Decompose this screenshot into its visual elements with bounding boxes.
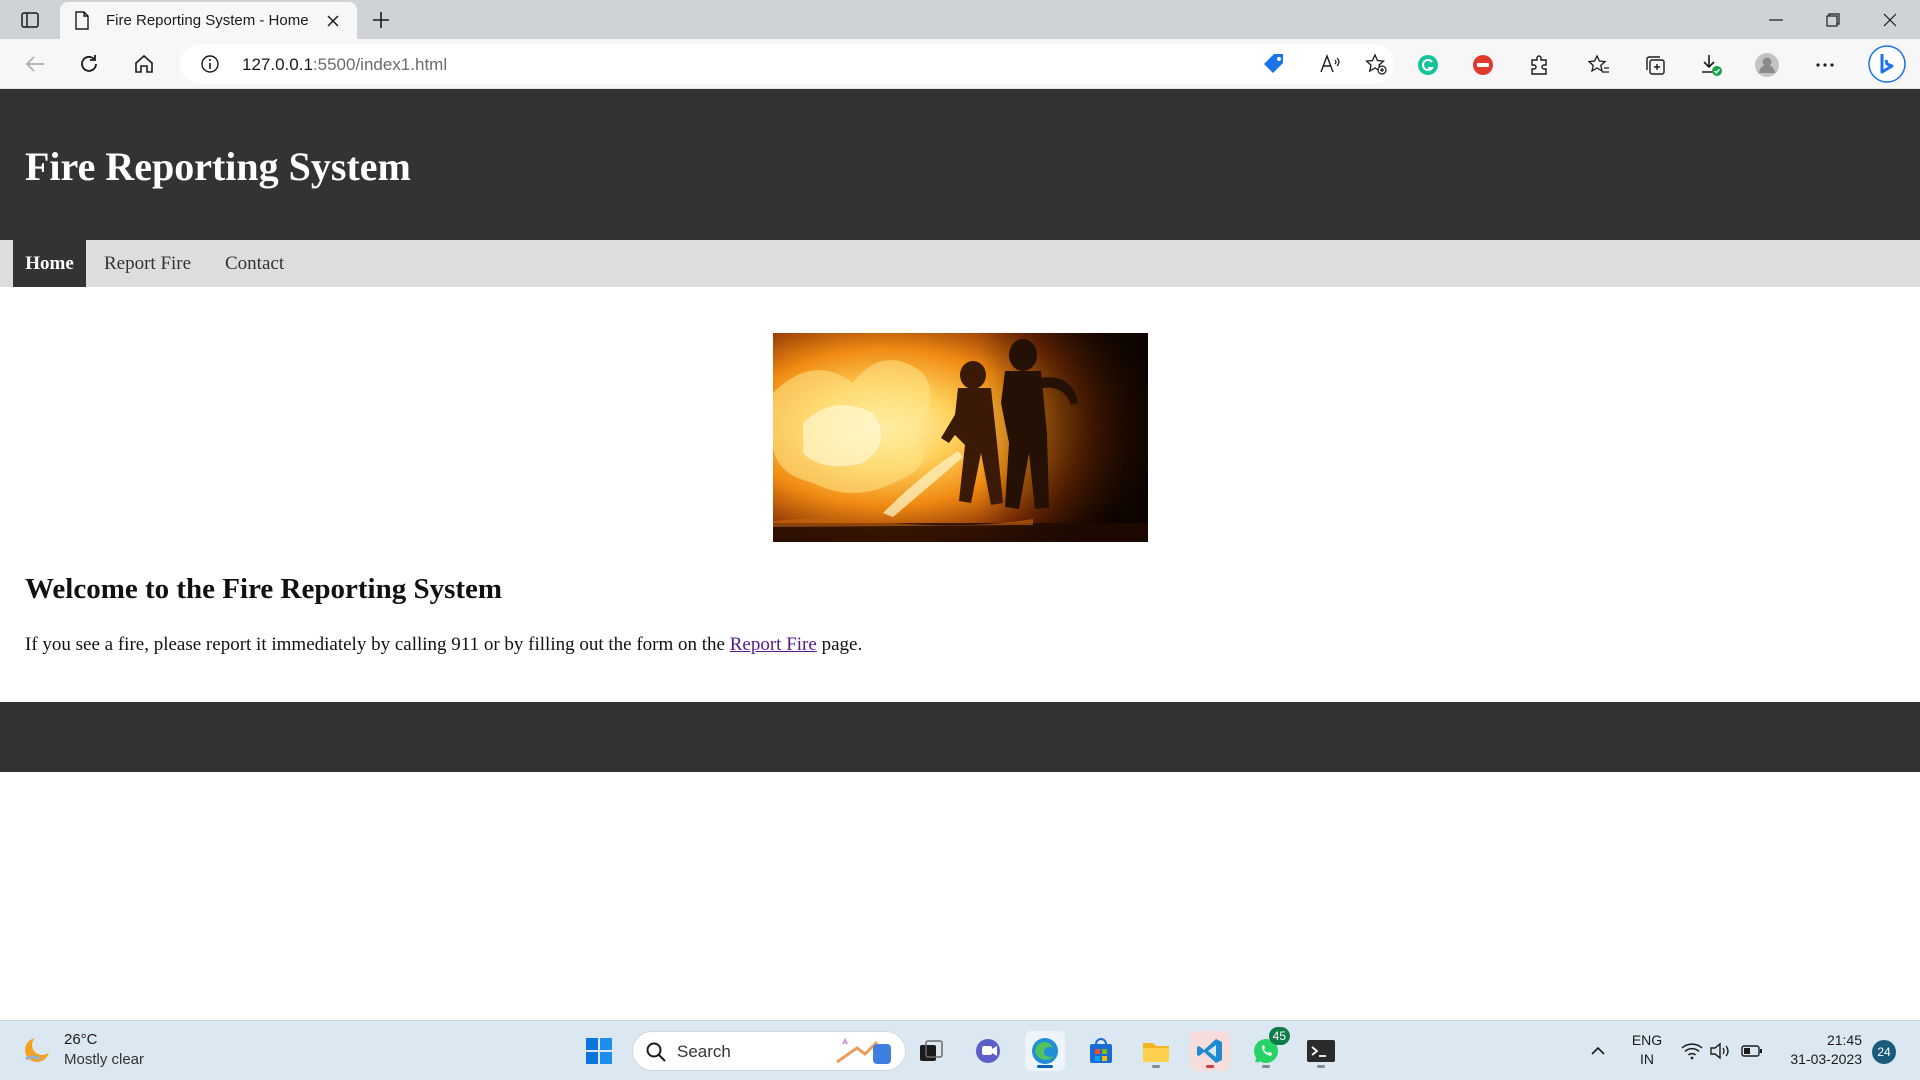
terminal-icon[interactable]: [1301, 1031, 1341, 1071]
firefighters-illustration: [773, 333, 1148, 542]
address-bar[interactable]: 127.0.0.1:5500/index1.html: [180, 44, 1394, 84]
task-view-icon[interactable]: [911, 1031, 951, 1071]
lang-code: ENG: [1631, 1032, 1663, 1048]
site-header: Fire Reporting System: [0, 89, 1920, 240]
store-icon[interactable]: [1081, 1031, 1121, 1071]
adblock-icon[interactable]: [1469, 51, 1497, 79]
start-icon[interactable]: [579, 1031, 619, 1071]
collections-icon[interactable]: [1641, 51, 1669, 79]
whatsapp-badge: 45: [1268, 1027, 1290, 1045]
weather-moon-icon[interactable]: [22, 1035, 52, 1070]
site-title: Fire Reporting System: [25, 144, 411, 189]
add-favorite-icon[interactable]: [1364, 52, 1388, 76]
report-fire-link[interactable]: Report Fire: [730, 634, 817, 655]
intro-text-before: If you see a fire, please report it imme…: [25, 634, 730, 655]
browser-tab-strip: Fire Reporting System - Home: [0, 0, 1920, 39]
nav-home-link[interactable]: Home: [13, 240, 86, 287]
vscode-icon[interactable]: [1190, 1031, 1230, 1071]
more-menu-icon[interactable]: [1811, 51, 1839, 79]
edge-taskbar-icon[interactable]: [1025, 1031, 1065, 1071]
volume-icon[interactable]: [1709, 1040, 1731, 1062]
clock-date: 31-03-2023: [1790, 1051, 1862, 1067]
search-highlight-icon: [833, 1037, 899, 1071]
notification-count-badge[interactable]: 24: [1872, 1040, 1896, 1064]
tab-title: Fire Reporting System - Home: [106, 12, 309, 29]
wifi-icon[interactable]: [1681, 1040, 1703, 1062]
running-indicator: [1262, 1065, 1270, 1068]
site-info-icon[interactable]: [200, 54, 220, 79]
lang-region: IN: [1640, 1051, 1654, 1067]
refresh-icon[interactable]: [74, 49, 104, 79]
grammarly-icon[interactable]: [1414, 51, 1442, 79]
profile-avatar-icon[interactable]: [1753, 51, 1781, 79]
firefighters-image: [773, 333, 1148, 542]
search-icon: [645, 1041, 667, 1068]
chevron-up-icon[interactable]: [1587, 1040, 1609, 1062]
url-text: 127.0.0.1:5500/index1.html: [242, 55, 448, 74]
search-label: Search: [677, 1042, 731, 1061]
welcome-heading: Welcome to the Fire Reporting System: [25, 573, 503, 605]
weather-temp[interactable]: 26°C: [64, 1031, 98, 1048]
back-icon[interactable]: [20, 49, 50, 79]
downloads-icon[interactable]: [1697, 51, 1725, 79]
file-explorer-icon[interactable]: [1136, 1031, 1176, 1071]
clock-time: 21:45: [1826, 1032, 1862, 1048]
system-clock[interactable]: 21:45 31-03-2023: [1770, 1031, 1862, 1069]
nav-report-fire-link[interactable]: Report Fire: [104, 240, 191, 287]
taskbar-search[interactable]: Search: [632, 1031, 906, 1071]
running-indicator: [1317, 1065, 1325, 1068]
new-tab-icon[interactable]: [368, 7, 394, 33]
restore-icon[interactable]: [1805, 0, 1861, 39]
shopping-tag-icon[interactable]: [1262, 52, 1286, 76]
running-indicator: [1152, 1065, 1160, 1068]
intro-text-after: page.: [816, 634, 863, 655]
read-aloud-icon[interactable]: [1318, 52, 1342, 76]
battery-icon[interactable]: [1741, 1040, 1763, 1062]
tab-actions-icon[interactable]: [18, 8, 42, 32]
close-tab-icon[interactable]: [323, 11, 343, 31]
teams-chat-icon[interactable]: [969, 1031, 1009, 1071]
site-nav: Home Report Fire Contact: [0, 240, 1920, 287]
close-window-icon[interactable]: [1862, 0, 1918, 39]
extensions-icon[interactable]: [1525, 51, 1553, 79]
bing-copilot-icon[interactable]: [1868, 45, 1906, 83]
browser-tab-active[interactable]: Fire Reporting System - Home: [60, 2, 357, 39]
site-footer: [0, 702, 1920, 772]
active-indicator: [1037, 1065, 1053, 1068]
language-indicator[interactable]: ENG IN: [1630, 1031, 1664, 1069]
intro-paragraph: If you see a fire, please report it imme…: [25, 634, 862, 656]
browser-toolbar: 127.0.0.1:5500/index1.html: [0, 39, 1920, 89]
windows-taskbar: 26°C Mostly clear Search 45 ENG IN 21:45…: [0, 1020, 1920, 1080]
weather-desc[interactable]: Mostly clear: [64, 1051, 144, 1068]
minimize-icon[interactable]: [1748, 0, 1804, 39]
running-indicator: [1206, 1065, 1214, 1068]
home-icon[interactable]: [129, 49, 159, 79]
page-icon: [74, 11, 90, 35]
whatsapp-icon[interactable]: 45: [1246, 1027, 1290, 1071]
favorites-icon[interactable]: [1585, 51, 1613, 79]
nav-contact-link[interactable]: Contact: [225, 240, 284, 287]
